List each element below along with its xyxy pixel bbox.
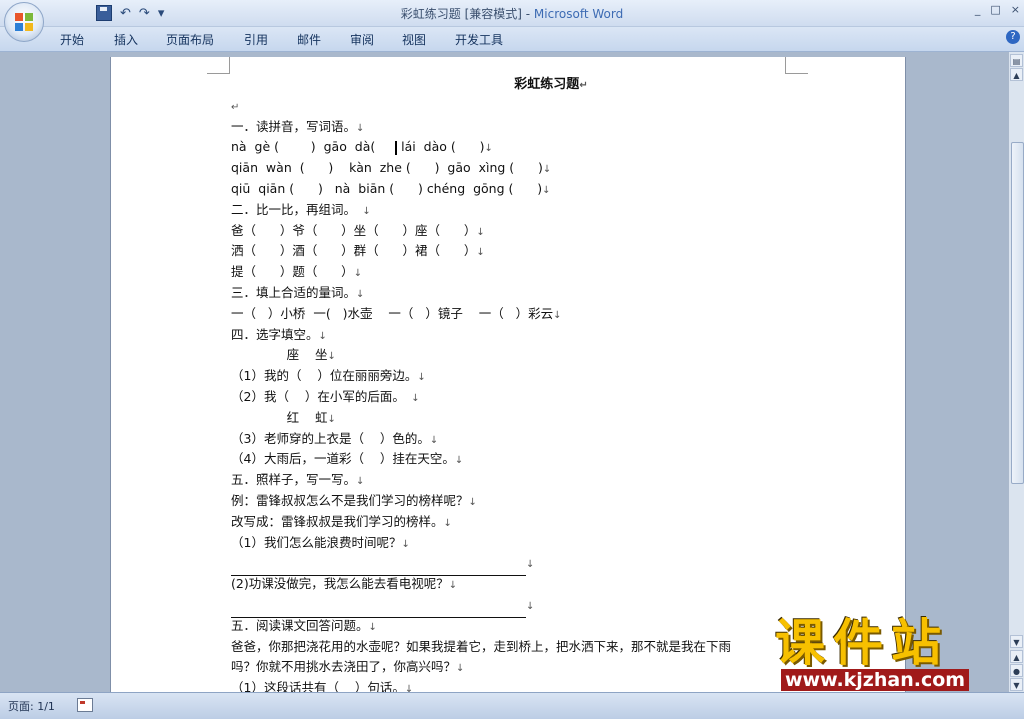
help-icon[interactable]: ? bbox=[1006, 30, 1020, 44]
margin-crop-mark-left bbox=[207, 57, 230, 74]
doc-line: 一（ ）小桥 一( )水壶 一（ ）镜子 一（ ）彩云↓ bbox=[231, 305, 562, 321]
document-page[interactable]: 彩虹练习题↵ ↵ 一．读拼音，写词语。↓ nà gè ( ) gāo dà( l… bbox=[110, 57, 906, 697]
doc-line: (2)功课没做完，我怎么能去看电视呢？↓ bbox=[231, 576, 458, 592]
document-name: 彩虹练习题 [兼容模式] - bbox=[400, 7, 534, 21]
office-button[interactable] bbox=[4, 2, 44, 42]
page-count[interactable]: 页面: 1/1 bbox=[8, 698, 55, 714]
tab-insert[interactable]: 插入 bbox=[114, 31, 138, 48]
doc-line: 五．照样子，写一写。↓ bbox=[231, 472, 365, 488]
doc-line: 红 虹↓ bbox=[231, 409, 336, 425]
margin-crop-mark-right bbox=[785, 57, 808, 74]
tab-page-layout[interactable]: 页面布局 bbox=[166, 31, 214, 48]
doc-line: 洒（ ）酒（ ）群（ ）裙（ ）↓ bbox=[231, 243, 485, 259]
doc-line: 提（ ）题（ ）↓ bbox=[231, 264, 363, 280]
doc-line: 改写成：雷锋叔叔是我们学习的榜样。↓ bbox=[231, 513, 452, 529]
doc-line: 座 坐↓ bbox=[231, 347, 336, 363]
document-title: 彩虹练习题↵ bbox=[514, 77, 588, 92]
tab-mailings[interactable]: 邮件 bbox=[297, 31, 321, 48]
close-icon[interactable]: × bbox=[1011, 3, 1020, 16]
app-name: Microsoft Word bbox=[533, 7, 624, 21]
doc-line: （1）我的（ ）位在丽丽旁边。↓ bbox=[231, 368, 426, 384]
doc-line: （4）大雨后，一道彩（ ）挂在天空。↓ bbox=[231, 451, 464, 467]
proofing-icon[interactable] bbox=[77, 698, 93, 712]
tab-references[interactable]: 引用 bbox=[244, 31, 268, 48]
doc-line: 例：雷锋叔叔怎么不是我们学习的榜样呢？↓ bbox=[231, 492, 477, 508]
site-watermark: 课件站 www.kjzhan.com bbox=[775, 617, 1015, 695]
watermark-url: www.kjzhan.com bbox=[781, 669, 970, 691]
doc-line: nà gè ( ) gāo dà( lái dào ( )↓ bbox=[231, 139, 493, 155]
doc-line: （3）老师穿的上衣是（ ）色的。↓ bbox=[231, 430, 439, 446]
scroll-up-icon[interactable]: ▲ bbox=[1010, 68, 1023, 81]
title-bar: ↶ ↷ ▾ 彩虹练习题 [兼容模式] - Microsoft Word _ □ … bbox=[0, 0, 1024, 27]
doc-line: （2）我（ ）在小军的后面。 ↓ bbox=[231, 388, 420, 404]
status-bar: 页面: 1/1 bbox=[0, 692, 1024, 719]
tab-home[interactable]: 开始 bbox=[60, 31, 84, 48]
answer-underline: ↓ bbox=[231, 553, 905, 577]
doc-line: （1）我们怎么能浪费时间呢？↓ bbox=[231, 534, 410, 550]
tab-developer[interactable]: 开发工具 bbox=[455, 31, 503, 48]
window-title: 彩虹练习题 [兼容模式] - Microsoft Word bbox=[0, 5, 1024, 22]
ruler-toggle-icon[interactable]: ▤ bbox=[1010, 54, 1023, 67]
answer-underline: ↓ bbox=[231, 595, 905, 618]
doc-line: qiān wàn ( ) kàn zhe ( ) gāo xìng ( )↓ bbox=[231, 160, 552, 176]
tab-review[interactable]: 审阅 bbox=[350, 31, 374, 48]
vertical-scrollbar[interactable]: ▤ ▲ ▼ ▲ ● ▼ bbox=[1008, 52, 1024, 692]
scroll-thumb[interactable] bbox=[1011, 142, 1024, 484]
restore-icon[interactable]: □ bbox=[990, 3, 1000, 16]
ribbon-tabs: 开始 插入 页面布局 引用 邮件 审阅 视图 开发工具 bbox=[0, 27, 1024, 52]
office-logo-icon bbox=[15, 13, 33, 31]
doc-line: qiū qiān ( ) nà biān ( ) chéng gōng ( )↓ bbox=[231, 180, 551, 196]
window-controls: _ □ × bbox=[975, 3, 1020, 16]
doc-line: 一．读拼音，写词语。↓ bbox=[231, 118, 365, 134]
doc-line: 三．填上合适的量词。↓ bbox=[231, 284, 365, 300]
doc-line: 四．选字填空。↓ bbox=[231, 326, 327, 342]
watermark-logo-text: 课件站 bbox=[775, 614, 949, 672]
document-body[interactable]: 彩虹练习题↵ ↵ 一．读拼音，写词语。↓ nà gè ( ) gāo dà( l… bbox=[231, 75, 905, 697]
minimize-icon[interactable]: _ bbox=[975, 3, 981, 16]
doc-line: ↵ bbox=[231, 101, 240, 113]
doc-line: 爸（ ）爷（ ）坐（ ）座（ ）↓ bbox=[231, 222, 485, 238]
tab-view[interactable]: 视图 bbox=[402, 31, 426, 48]
doc-line: 二．比一比，再组词。 ↓ bbox=[231, 201, 371, 217]
document-workspace: 彩虹练习题↵ ↵ 一．读拼音，写词语。↓ nà gè ( ) gāo dà( l… bbox=[0, 52, 1008, 697]
